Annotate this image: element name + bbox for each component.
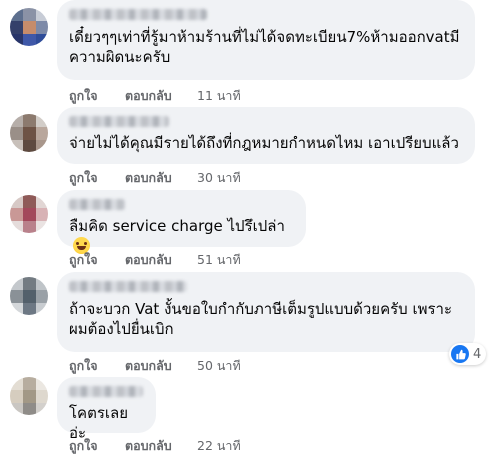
avatar[interactable] [10, 377, 48, 415]
author-name-blurred[interactable] [69, 199, 125, 210]
thumbs-up-icon [451, 345, 469, 363]
comment-bubble: โคตรเลยอ่ะ [57, 377, 156, 442]
like-link[interactable]: ถูกใจ [69, 169, 125, 187]
comment-bubble: ลืมคิด service charge ไปรึเปล่า [57, 190, 306, 254]
timestamp[interactable]: 11 นาที [197, 87, 241, 105]
avatar[interactable] [10, 114, 48, 152]
avatar[interactable] [10, 195, 48, 233]
comment-text: ถ้าจะบวก Vat งั้นขอใบกำกับภาษีเต็มรูปแบบ… [69, 300, 453, 338]
reply-link[interactable]: ตอบกลับ [125, 437, 197, 455]
author-name-blurred[interactable] [69, 281, 187, 292]
comment-text: จ่ายไม่ได้คุณมีรายได้ถึงที่กฎหมายกำหนดไห… [69, 134, 459, 152]
author-name-blurred[interactable] [69, 9, 207, 20]
author-name-blurred[interactable] [69, 386, 143, 397]
timestamp[interactable]: 51 นาที [197, 251, 241, 269]
like-link[interactable]: ถูกใจ [69, 87, 125, 105]
reaction-count: 4 [473, 346, 482, 362]
avatar[interactable] [10, 8, 48, 46]
timestamp[interactable]: 22 นาที [197, 437, 241, 455]
like-link[interactable]: ถูกใจ [69, 357, 125, 375]
reply-link[interactable]: ตอบกลับ [125, 169, 197, 187]
avatar[interactable] [10, 277, 48, 315]
reaction-badge[interactable]: 4 [449, 343, 487, 365]
comment-bubble: เดี๋ยวๆๆเท่าที่รู้มาห้ามร้านที่ไม่ได้จดท… [57, 0, 475, 80]
comment-bubble: ถ้าจะบวก Vat งั้นขอใบกำกับภาษีเต็มรูปแบบ… [57, 272, 475, 352]
reply-link[interactable]: ตอบกลับ [125, 251, 197, 269]
like-link[interactable]: ถูกใจ [69, 251, 125, 269]
reply-link[interactable]: ตอบกลับ [125, 357, 197, 375]
comment-actions: ถูกใจ ตอบกลับ 50 นาที [69, 357, 241, 375]
reply-link[interactable]: ตอบกลับ [125, 87, 197, 105]
comment-actions: ถูกใจ ตอบกลับ 51 นาที [69, 251, 241, 269]
comment-actions: ถูกใจ ตอบกลับ 22 นาที [69, 437, 241, 455]
timestamp[interactable]: 50 นาที [197, 357, 241, 375]
comment-text: ลืมคิด service charge ไปรึเปล่า [69, 217, 285, 235]
comment-bubble: จ่ายไม่ได้คุณมีรายได้ถึงที่กฎหมายกำหนดไห… [57, 107, 475, 164]
comment-text: เดี๋ยวๆๆเท่าที่รู้มาห้ามร้านที่ไม่ได้จดท… [69, 28, 460, 66]
like-link[interactable]: ถูกใจ [69, 437, 125, 455]
author-name-blurred[interactable] [69, 116, 169, 127]
timestamp[interactable]: 30 นาที [197, 169, 241, 187]
comment-actions: ถูกใจ ตอบกลับ 11 นาที [69, 87, 241, 105]
comment-text-row: ลืมคิด service charge ไปรึเปล่า [69, 216, 294, 256]
comment-actions: ถูกใจ ตอบกลับ 30 นาที [69, 169, 241, 187]
